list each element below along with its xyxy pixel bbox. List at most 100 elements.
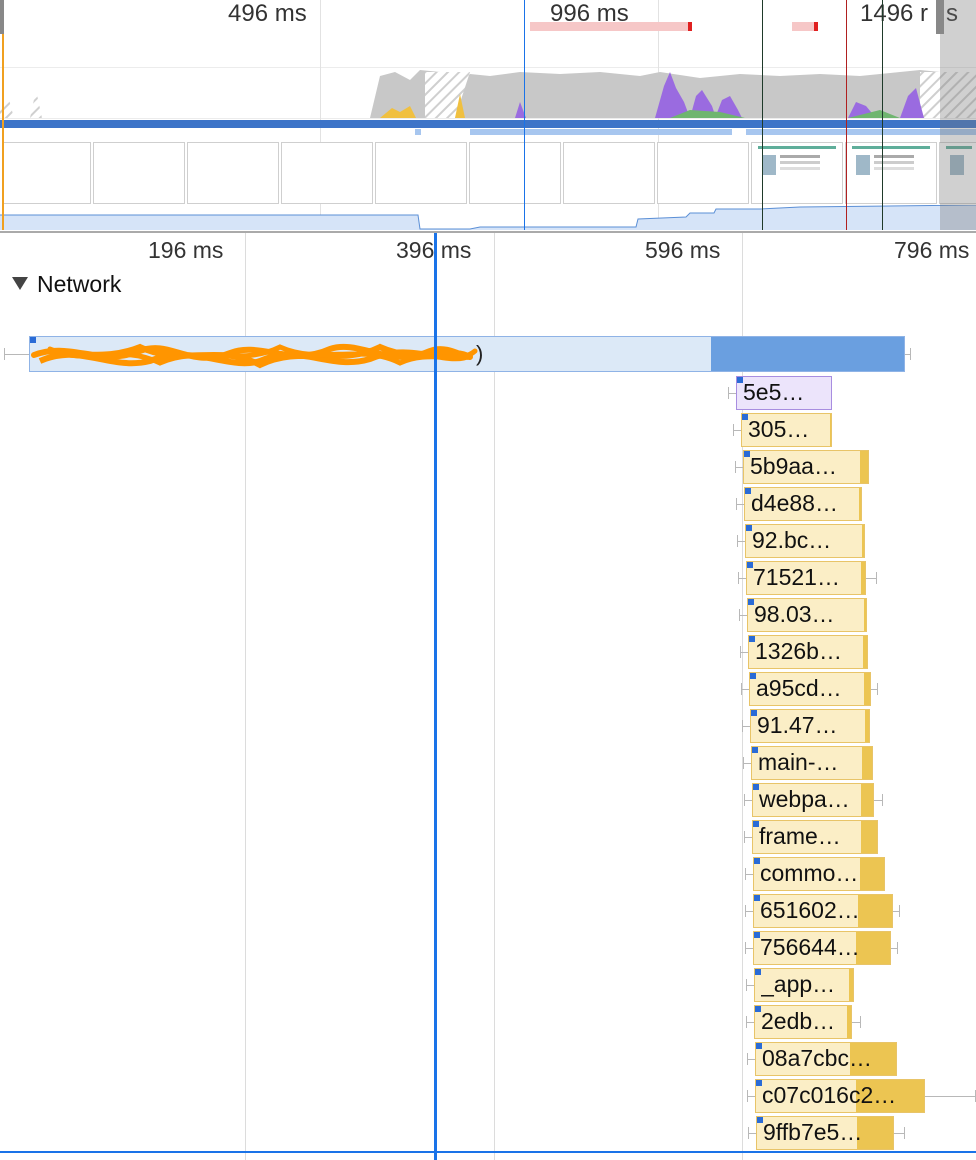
network-request-label: 9ffb7e5… xyxy=(763,1119,863,1145)
network-request[interactable]: 98.03… xyxy=(747,598,867,632)
network-request[interactable]: 91.47… xyxy=(750,709,870,743)
selection-right-shade[interactable] xyxy=(940,0,976,230)
request-whisker-cap xyxy=(899,905,900,917)
network-overview-segment xyxy=(470,129,732,135)
request-whisker-cap xyxy=(882,794,883,806)
request-whisker xyxy=(745,948,753,949)
network-request[interactable]: a95cd… xyxy=(749,672,871,706)
request-whisker xyxy=(740,652,748,653)
filmstrip-frame[interactable] xyxy=(657,142,749,204)
flame-grid-line xyxy=(494,233,495,1160)
filmstrip-frame[interactable] xyxy=(2,142,91,204)
request-whisker xyxy=(742,726,750,727)
network-request[interactable]: 1326b… xyxy=(748,635,868,669)
paint-marker xyxy=(882,0,883,230)
flame-tick: 196 ms xyxy=(148,237,224,263)
filmstrip-frame[interactable] xyxy=(751,142,843,204)
long-task-marker xyxy=(688,22,692,31)
network-request-label: c07c016c2… xyxy=(762,1082,897,1108)
request-whisker-cap xyxy=(897,942,898,954)
network-request[interactable]: _app… xyxy=(754,968,854,1002)
network-request[interactable]: webpa… xyxy=(752,783,874,817)
network-request[interactable]: c07c016c2… xyxy=(755,1079,925,1113)
network-request-label: 756644… xyxy=(760,934,860,960)
network-track-label: Network xyxy=(37,271,122,297)
network-request-label: commo… xyxy=(760,860,859,886)
selection-handle[interactable] xyxy=(0,0,4,34)
expand-triangle-icon[interactable] xyxy=(12,277,28,290)
request-whisker xyxy=(866,578,876,579)
filmstrip-frame[interactable] xyxy=(93,142,185,204)
network-track-header[interactable]: Network xyxy=(12,271,121,298)
flame-grid-line xyxy=(742,233,743,1160)
network-request[interactable]: 305… xyxy=(741,413,832,447)
network-request[interactable]: 71521… xyxy=(746,561,866,595)
cursor-marker xyxy=(524,0,525,230)
filmstrip-frame[interactable] xyxy=(281,142,373,204)
overview-tick: 496 ms xyxy=(228,0,307,27)
cpu-activity-chart xyxy=(0,70,976,118)
request-whisker-cap xyxy=(876,572,877,584)
network-request[interactable]: main-… xyxy=(751,746,873,780)
redaction-scribble xyxy=(31,343,478,369)
network-request-label: 5e5… xyxy=(743,379,805,405)
request-whisker xyxy=(733,430,741,431)
request-whisker xyxy=(736,504,744,505)
request-whisker xyxy=(748,1133,756,1134)
network-request[interactable]: 756644… xyxy=(753,931,891,965)
request-whisker xyxy=(747,1096,755,1097)
filmstrip-frame[interactable] xyxy=(563,142,655,204)
network-request[interactable]: 92.bc… xyxy=(745,524,865,558)
request-whisker xyxy=(741,689,749,690)
network-request-label: frame… xyxy=(759,823,841,849)
filmstrip-frame[interactable] xyxy=(375,142,467,204)
network-request-label: a95cd… xyxy=(756,675,842,701)
network-request-label: 5b9aa… xyxy=(750,453,837,479)
request-whisker xyxy=(744,800,752,801)
network-request[interactable]: 2edb… xyxy=(754,1005,852,1039)
timeline-overview[interactable]: 496 ms 996 ms 1496 r s xyxy=(0,0,976,230)
request-whisker xyxy=(4,354,30,355)
paint-marker xyxy=(762,0,763,230)
request-whisker xyxy=(925,1096,975,1097)
overview-divider xyxy=(0,118,976,119)
filmstrip-frame[interactable] xyxy=(469,142,561,204)
network-request-label: 305… xyxy=(748,416,810,442)
request-whisker xyxy=(745,874,753,875)
main-request-label-suffix: ) xyxy=(476,341,484,366)
network-request-label: 2edb… xyxy=(761,1008,836,1034)
time-cursor-line xyxy=(434,233,437,1160)
network-flame-chart[interactable]: 196 ms 396 ms 596 ms 796 ms Network ) 5e… xyxy=(0,231,976,1160)
network-request-label: d4e88… xyxy=(751,490,838,516)
network-request[interactable]: 9ffb7e5… xyxy=(756,1116,894,1150)
network-request-label: 1326b… xyxy=(755,638,842,664)
load-marker xyxy=(846,0,847,230)
request-whisker-cap xyxy=(910,348,911,360)
filmstrip-frame[interactable] xyxy=(187,142,279,204)
selection-start-marker[interactable] xyxy=(2,0,4,230)
request-whisker xyxy=(744,837,752,838)
request-whisker xyxy=(739,615,747,616)
network-request[interactable]: 5e5… xyxy=(736,376,832,410)
network-request[interactable]: frame… xyxy=(752,820,878,854)
request-whisker xyxy=(874,800,882,801)
network-request-label: 08a7cbc… xyxy=(762,1045,872,1071)
heap-chart xyxy=(0,205,976,230)
request-whisker xyxy=(852,1022,860,1023)
main-document-request[interactable]: ) xyxy=(29,336,905,372)
filmstrip-frame[interactable] xyxy=(845,142,937,204)
request-whisker-cap xyxy=(4,348,5,360)
network-request[interactable]: 651602… xyxy=(753,894,893,928)
request-whisker xyxy=(894,1133,904,1134)
selection-handle[interactable] xyxy=(936,0,944,34)
network-overview-segment xyxy=(415,129,421,135)
network-request-label: main-… xyxy=(758,749,839,775)
request-whisker xyxy=(746,985,754,986)
network-request[interactable]: commo… xyxy=(753,857,885,891)
network-request[interactable]: 08a7cbc… xyxy=(755,1042,897,1076)
network-request[interactable]: d4e88… xyxy=(744,487,862,521)
long-task-bar xyxy=(530,22,690,31)
network-request[interactable]: 5b9aa… xyxy=(743,450,869,484)
flame-tick: 596 ms xyxy=(645,237,721,263)
request-whisker xyxy=(745,911,753,912)
